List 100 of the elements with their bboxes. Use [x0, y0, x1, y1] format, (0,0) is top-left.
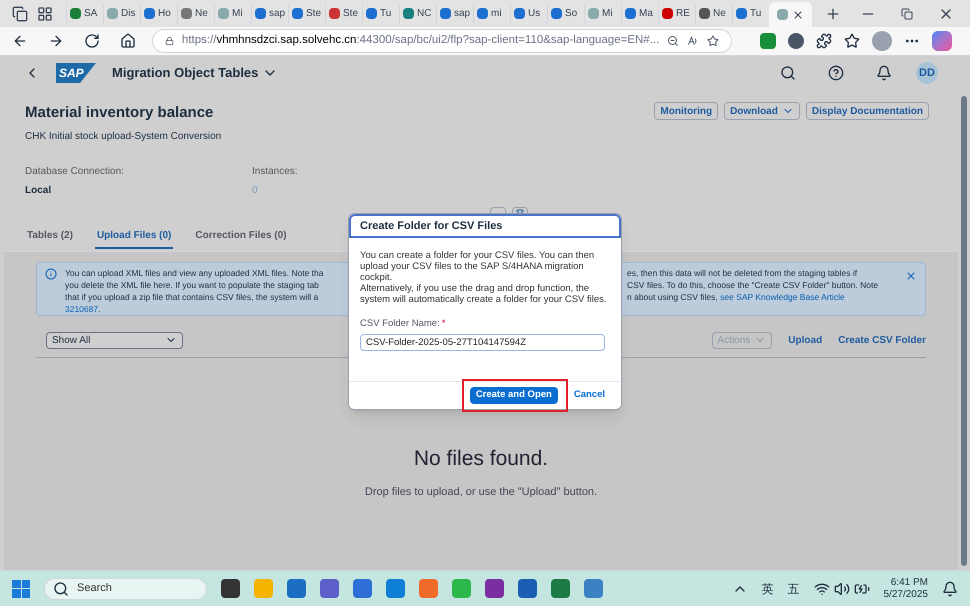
taskbar-app-icon[interactable]: [518, 579, 537, 598]
tab-label: So: [565, 7, 578, 21]
browser-tab[interactable]: RE: [658, 4, 694, 24]
taskbar-app-icon[interactable]: [320, 579, 339, 598]
browser-tab[interactable]: Dis: [103, 4, 139, 24]
browser-tab[interactable]: NC: [399, 4, 435, 24]
object-title: Material inventory balance: [25, 103, 214, 123]
tab-actions-icon[interactable]: [37, 6, 53, 22]
favicon-icon: [107, 8, 118, 19]
volume-icon[interactable]: [834, 580, 850, 596]
browser-tab[interactable]: Tu: [362, 4, 398, 24]
info-icon: [45, 268, 57, 280]
header-button[interactable]: Monitoring: [654, 102, 718, 120]
create-and-open-button[interactable]: Create and Open: [470, 387, 558, 404]
browser-tab[interactable]: Ste: [325, 4, 361, 24]
browser-tab[interactable]: sap: [251, 4, 287, 24]
taskbar-app-icon[interactable]: [485, 579, 504, 598]
browser-tab[interactable]: Mi: [214, 4, 250, 24]
browser-tab[interactable]: Us: [510, 4, 546, 24]
search-placeholder: Search: [77, 581, 112, 596]
workspaces-icon[interactable]: [12, 6, 28, 22]
header-button[interactable]: Display Documentation: [806, 102, 929, 120]
app-title[interactable]: Migration Object Tables: [112, 63, 278, 83]
forward-icon[interactable]: [48, 33, 64, 49]
favicon-icon: [218, 8, 229, 19]
cancel-button[interactable]: Cancel: [574, 388, 605, 403]
filter-select[interactable]: Show All: [46, 332, 183, 348]
user-avatar[interactable]: DD: [916, 62, 938, 84]
favicon-icon: [366, 8, 377, 19]
copilot-icon[interactable]: [932, 31, 952, 51]
tab[interactable]: Upload Files (0): [94, 228, 174, 248]
browser-tab[interactable]: mi: [473, 4, 509, 24]
tab[interactable]: Correction Files (0): [193, 228, 289, 246]
browser-tab[interactable]: Tu: [732, 4, 768, 24]
extension-icon[interactable]: [788, 33, 804, 49]
lock-icon: [165, 35, 174, 47]
toolbar-button[interactable]: Create CSV Folder: [838, 332, 926, 348]
extensions-icon[interactable]: [816, 33, 832, 49]
taskbar-search-field[interactable]: Search: [44, 578, 207, 600]
kb-article-link[interactable]: see SAP Knowledge Base Article: [720, 292, 845, 302]
browser-tab[interactable]: So: [547, 4, 583, 24]
message-text: .: [98, 304, 100, 314]
ime-mode[interactable]: 五: [788, 580, 800, 598]
taskbar-app-icon[interactable]: [221, 579, 240, 598]
close-icon[interactable]: [905, 270, 917, 282]
browser-tab[interactable]: sap: [436, 4, 472, 24]
favicon-icon: [777, 9, 788, 20]
zoom-icon[interactable]: [667, 33, 680, 49]
browser-tab[interactable]: Ne: [695, 4, 731, 24]
favorites-icon[interactable]: [844, 33, 860, 49]
extension-icon[interactable]: [760, 33, 776, 49]
refresh-icon[interactable]: [84, 33, 100, 49]
tab-label: Dis: [121, 7, 136, 21]
favicon-icon: [70, 8, 81, 19]
browser-tab[interactable]: Ho: [140, 4, 176, 24]
sap-logo[interactable]: SAP: [56, 63, 96, 83]
tab-label: Ste: [306, 7, 322, 21]
browser-tab[interactable]: Ste: [288, 4, 324, 24]
favicon-icon: [588, 8, 599, 19]
clock-date[interactable]: 5/27/2025: [884, 588, 928, 600]
browser-tab[interactable]: SA: [66, 4, 102, 24]
favicon-icon: [477, 8, 488, 19]
favicon-icon: [699, 8, 710, 19]
favorite-icon[interactable]: [707, 33, 719, 49]
tab[interactable]: Tables (2): [25, 228, 75, 246]
browser-tab[interactable]: Mi: [584, 4, 620, 24]
message-text: You can upload XML files and view any uploaded XML files. Note tha: [65, 266, 324, 278]
favicon-icon: [514, 8, 525, 19]
close-icon[interactable]: [792, 8, 804, 20]
message-text: CSV files. To do this, choose the "Create CSV Folder" button. Note: [627, 278, 880, 290]
new-tab-icon[interactable]: [825, 6, 841, 22]
search-icon: [53, 580, 69, 596]
taskbar-app-icon[interactable]: [551, 579, 570, 598]
search-icon[interactable]: [780, 65, 796, 81]
back-icon[interactable]: [12, 33, 28, 49]
tab-label: Mi: [602, 7, 613, 21]
clock-time[interactable]: 6:41 PM: [890, 576, 928, 588]
toolbar-button[interactable]: Upload: [788, 332, 822, 348]
favicon-icon: [181, 8, 192, 19]
notification-icon[interactable]: [942, 580, 958, 596]
notification-icon[interactable]: [876, 65, 892, 81]
tab-label: Ma: [639, 7, 653, 21]
start-icon[interactable]: [12, 580, 30, 598]
tab-label: sap: [454, 7, 470, 21]
tab-label: Us: [528, 7, 540, 21]
message-text: that if you upload a zip file that contains CSV files, the system will a: [65, 290, 320, 302]
browser-tab[interactable]: Ne: [177, 4, 213, 24]
browser-tab[interactable]: Ma: [621, 4, 657, 24]
help-icon[interactable]: [828, 65, 844, 81]
download-menu-button[interactable]: Download: [724, 102, 800, 120]
tab-label: NC: [417, 7, 432, 21]
ime-indicator[interactable]: 英: [762, 580, 774, 598]
home-icon[interactable]: [120, 33, 136, 49]
favicon-icon: [440, 8, 451, 19]
kb-article-link[interactable]: 3210687: [65, 304, 98, 314]
restore-icon[interactable]: [901, 8, 913, 20]
folder-name-field[interactable]: CSV-Folder-2025-05-27T104147594Z: [360, 334, 605, 351]
attribute-label: Database Connection:: [25, 164, 125, 178]
wifi-icon[interactable]: [814, 580, 830, 596]
address-field[interactable]: https://vhmhnsdzci.sap.solvehc.cn:44300/sap/bc/ui2/flp?sap-client=110&sap-language=EN#...: [152, 29, 732, 53]
